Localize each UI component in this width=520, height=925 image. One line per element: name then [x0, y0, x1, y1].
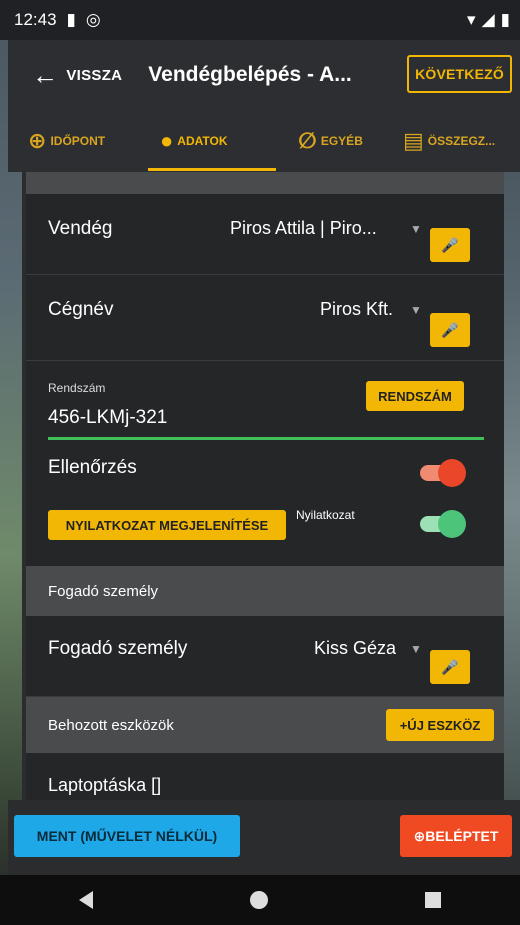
page-title: Vendégbelépés - A... — [148, 63, 352, 86]
person-icon: ● — [160, 128, 174, 153]
next-button[interactable]: KÖVETKEZŐ — [407, 55, 512, 93]
check-row: Ellenőrzés — [26, 443, 504, 498]
enter-label: BELÉPTET — [425, 828, 499, 844]
devices-section-header: Behozott eszközök +ÚJ ESZKÖZ — [26, 697, 504, 753]
arrow-in-circle-icon: ⊕ — [28, 128, 47, 153]
active-tab-indicator — [148, 168, 276, 171]
new-device-button[interactable]: +ÚJ ESZKÖZ — [386, 709, 494, 741]
devices-section-label: Behozott eszközök — [48, 716, 174, 734]
sync-icon: ◎ — [85, 10, 101, 29]
summary-icon: ▤ — [403, 128, 424, 153]
host-select[interactable]: Kiss Géza — [314, 638, 396, 659]
section-header-partial — [26, 172, 504, 194]
guest-row: Vendég Piros Attila | Piro... ▼ 🎤 — [26, 194, 504, 275]
nav-recents-icon[interactable] — [425, 892, 442, 908]
bottom-action-bar: MENT (MŰVELET NÉLKÜL) ⊕ BELÉPTET — [8, 800, 520, 875]
guest-label: Vendég — [48, 218, 113, 239]
tab-label: ÖSSZEGZ... — [427, 134, 496, 148]
company-label: Cégnév — [48, 299, 114, 320]
paperclip-icon: ∅ — [298, 128, 317, 153]
device-item-label: Laptoptáska [] — [48, 775, 162, 795]
chevron-down-icon[interactable]: ▼ — [410, 303, 422, 317]
host-label: Fogadó személy — [48, 638, 188, 659]
microphone-icon[interactable]: 🎤 — [430, 650, 470, 684]
microphone-icon[interactable]: 🎤 — [430, 313, 470, 347]
plate-button[interactable]: RENDSZÁM — [366, 381, 464, 411]
plate-field: Rendszám 456-LKMj-321 RENDSZÁM — [26, 361, 504, 443]
toggle-knob — [438, 510, 466, 538]
battery-icon: ▮ — [500, 10, 510, 29]
app-bar: ← VISSZA Vendégbelépés - A... KÖVETKEZŐ — [8, 40, 520, 110]
tab-adatok[interactable]: ● ADATOK — [160, 110, 228, 172]
declaration-label: Nyilatkozat — [296, 508, 355, 522]
guest-select[interactable]: Piros Attila | Piro... — [230, 218, 377, 239]
company-row: Cégnév Piros Kft. ▼ 🎤 — [26, 275, 504, 361]
microphone-icon[interactable]: 🎤 — [430, 228, 470, 262]
back-button[interactable]: ← VISSZA — [32, 62, 122, 88]
status-time: 12:43 — [14, 10, 57, 29]
tab-osszegzes[interactable]: ▤ ÖSSZEGZ... — [403, 110, 495, 172]
chevron-down-icon[interactable]: ▼ — [410, 642, 422, 656]
declaration-toggle[interactable] — [420, 510, 466, 538]
host-section-header: Fogadó személy — [26, 566, 504, 616]
input-underline — [48, 437, 484, 440]
chevron-down-icon[interactable]: ▼ — [410, 222, 422, 236]
enter-button[interactable]: ⊕ BELÉPTET — [400, 815, 512, 857]
check-label: Ellenőrzés — [48, 457, 137, 478]
tab-egyeb[interactable]: ∅ EGYÉB — [298, 110, 363, 172]
host-row: Fogadó személy Kiss Géza ▼ 🎤 — [26, 616, 504, 697]
wifi-icon: ▾ — [467, 10, 476, 29]
arrow-left-icon: ← — [32, 60, 59, 90]
status-bar: 12:43 ▮ ◎ ▾ ◢ ▮ — [0, 0, 520, 40]
sd-card-icon: ▮ — [66, 10, 76, 29]
declaration-row: NYILATKOZAT MEGJELENÍTÉSE Nyilatkozat — [26, 498, 504, 566]
nav-back-icon[interactable] — [78, 891, 93, 909]
plate-input[interactable]: 456-LKMj-321 — [48, 407, 167, 429]
form-content[interactable]: Vendég Piros Attila | Piro... ▼ 🎤 Cégnév… — [26, 172, 504, 800]
enter-icon: ⊕ — [413, 827, 426, 844]
tab-bar: ⊕ IDŐPONT ● ADATOK ∅ EGYÉB ▤ ÖSSZEGZ... — [8, 110, 520, 172]
tab-label: EGYÉB — [320, 134, 363, 148]
tab-label: IDŐPONT — [50, 134, 106, 148]
device-list-item[interactable]: Laptoptáska [] — [26, 753, 504, 800]
nav-home-icon[interactable] — [249, 891, 268, 909]
back-label: VISSZA — [66, 66, 123, 84]
save-without-action-button[interactable]: MENT (MŰVELET NÉLKÜL) — [14, 815, 240, 857]
plate-label: Rendszám — [48, 381, 106, 395]
system-nav-bar — [0, 875, 520, 925]
toggle-knob — [438, 459, 466, 487]
check-toggle[interactable] — [420, 459, 466, 487]
show-declaration-button[interactable]: NYILATKOZAT MEGJELENÍTÉSE — [48, 510, 286, 540]
tab-idopont[interactable]: ⊕ IDŐPONT — [28, 110, 105, 172]
signal-icon: ◢ — [481, 10, 495, 29]
company-select[interactable]: Piros Kft. — [320, 299, 393, 320]
tab-label: ADATOK — [177, 134, 228, 148]
